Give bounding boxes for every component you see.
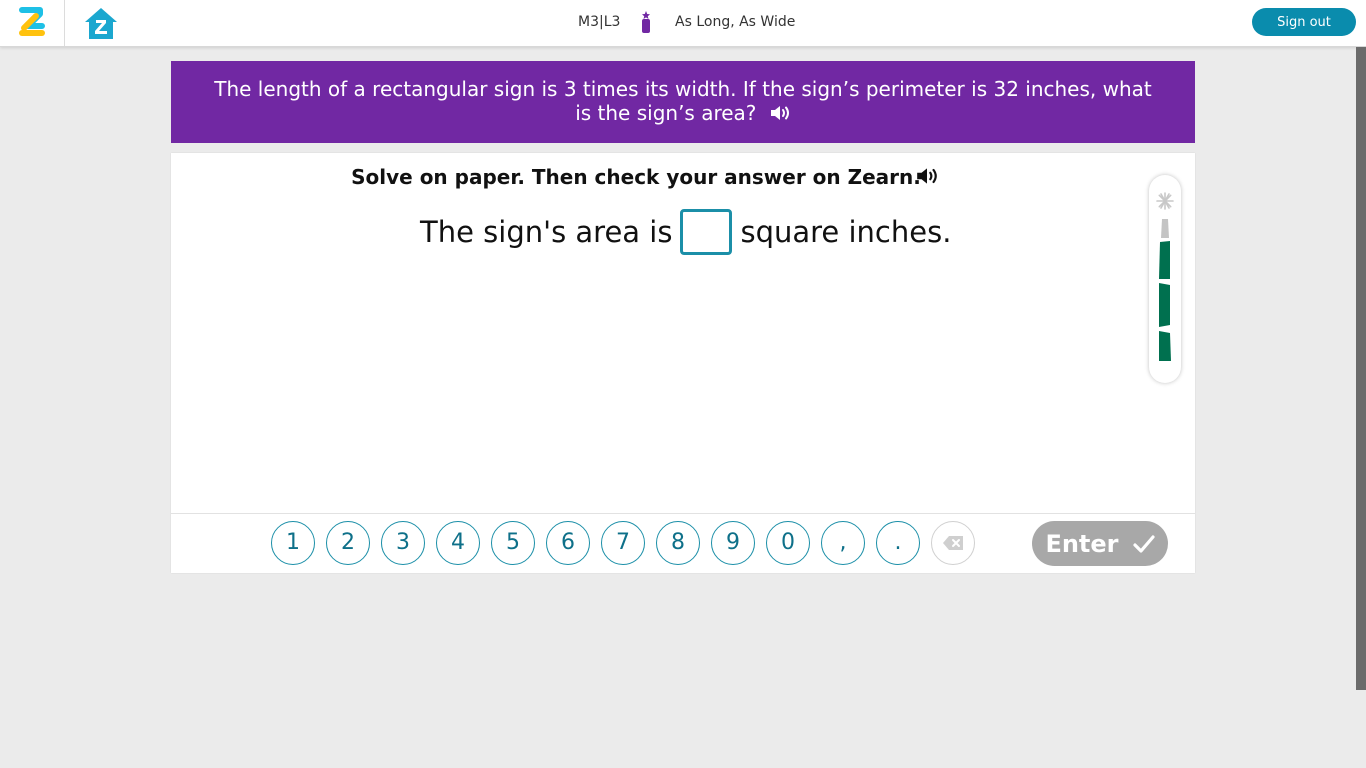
sign-out-button[interactable]: Sign out xyxy=(1252,8,1356,36)
lesson-icon xyxy=(642,11,650,33)
instruction-text: Solve on paper. Then check your answer o… xyxy=(351,165,921,189)
speaker-icon[interactable] xyxy=(915,166,939,186)
key-9[interactable]: 9 xyxy=(711,521,755,565)
key-7[interactable]: 7 xyxy=(601,521,645,565)
zearn-logo-icon[interactable] xyxy=(14,4,50,40)
key-2[interactable]: 2 xyxy=(326,521,370,565)
meter-segment-filled xyxy=(1159,283,1170,327)
key-4[interactable]: 4 xyxy=(436,521,480,565)
check-icon xyxy=(1132,534,1155,553)
key-0[interactable]: 0 xyxy=(766,521,810,565)
sentence-before: The sign's area is xyxy=(420,215,673,249)
work-panel: Solve on paper. Then check your answer o… xyxy=(171,153,1195,573)
lesson-code: M3|L3 xyxy=(578,14,621,30)
key-6[interactable]: 6 xyxy=(546,521,590,565)
key-3[interactable]: 3 xyxy=(381,521,425,565)
keypad-divider xyxy=(171,513,1195,514)
answer-input[interactable] xyxy=(680,209,733,255)
progress-meter xyxy=(1149,175,1181,383)
header-divider xyxy=(64,0,65,46)
enter-button[interactable]: Enter xyxy=(1032,521,1168,566)
star-burst-icon xyxy=(1156,192,1174,210)
meter-segment-empty xyxy=(1161,219,1169,238)
key-1[interactable]: 1 xyxy=(271,521,315,565)
scrollbar-thumb[interactable] xyxy=(1356,47,1366,690)
progress-meter-graphic xyxy=(1156,192,1174,361)
answer-sentence: The sign's area is square inches. xyxy=(420,209,951,255)
question-banner: The length of a rectangular sign is 3 ti… xyxy=(171,61,1195,143)
lesson-title: As Long, As Wide xyxy=(675,14,796,30)
question-text: The length of a rectangular sign is 3 ti… xyxy=(214,77,1152,125)
key-5[interactable]: 5 xyxy=(491,521,535,565)
key-decimal[interactable]: . xyxy=(876,521,920,565)
backspace-icon xyxy=(943,536,963,550)
enter-label: Enter xyxy=(1045,529,1119,558)
key-8[interactable]: 8 xyxy=(656,521,700,565)
speaker-icon[interactable] xyxy=(769,104,791,122)
home-icon[interactable] xyxy=(82,5,120,41)
sentence-after: square inches. xyxy=(740,215,952,249)
meter-segment-filled xyxy=(1159,331,1171,361)
backspace-button[interactable] xyxy=(931,521,975,565)
key-comma[interactable]: , xyxy=(821,521,865,565)
meter-segment-filled xyxy=(1159,241,1170,279)
top-bar: M3|L3 As Long, As Wide Sign out xyxy=(0,0,1366,47)
